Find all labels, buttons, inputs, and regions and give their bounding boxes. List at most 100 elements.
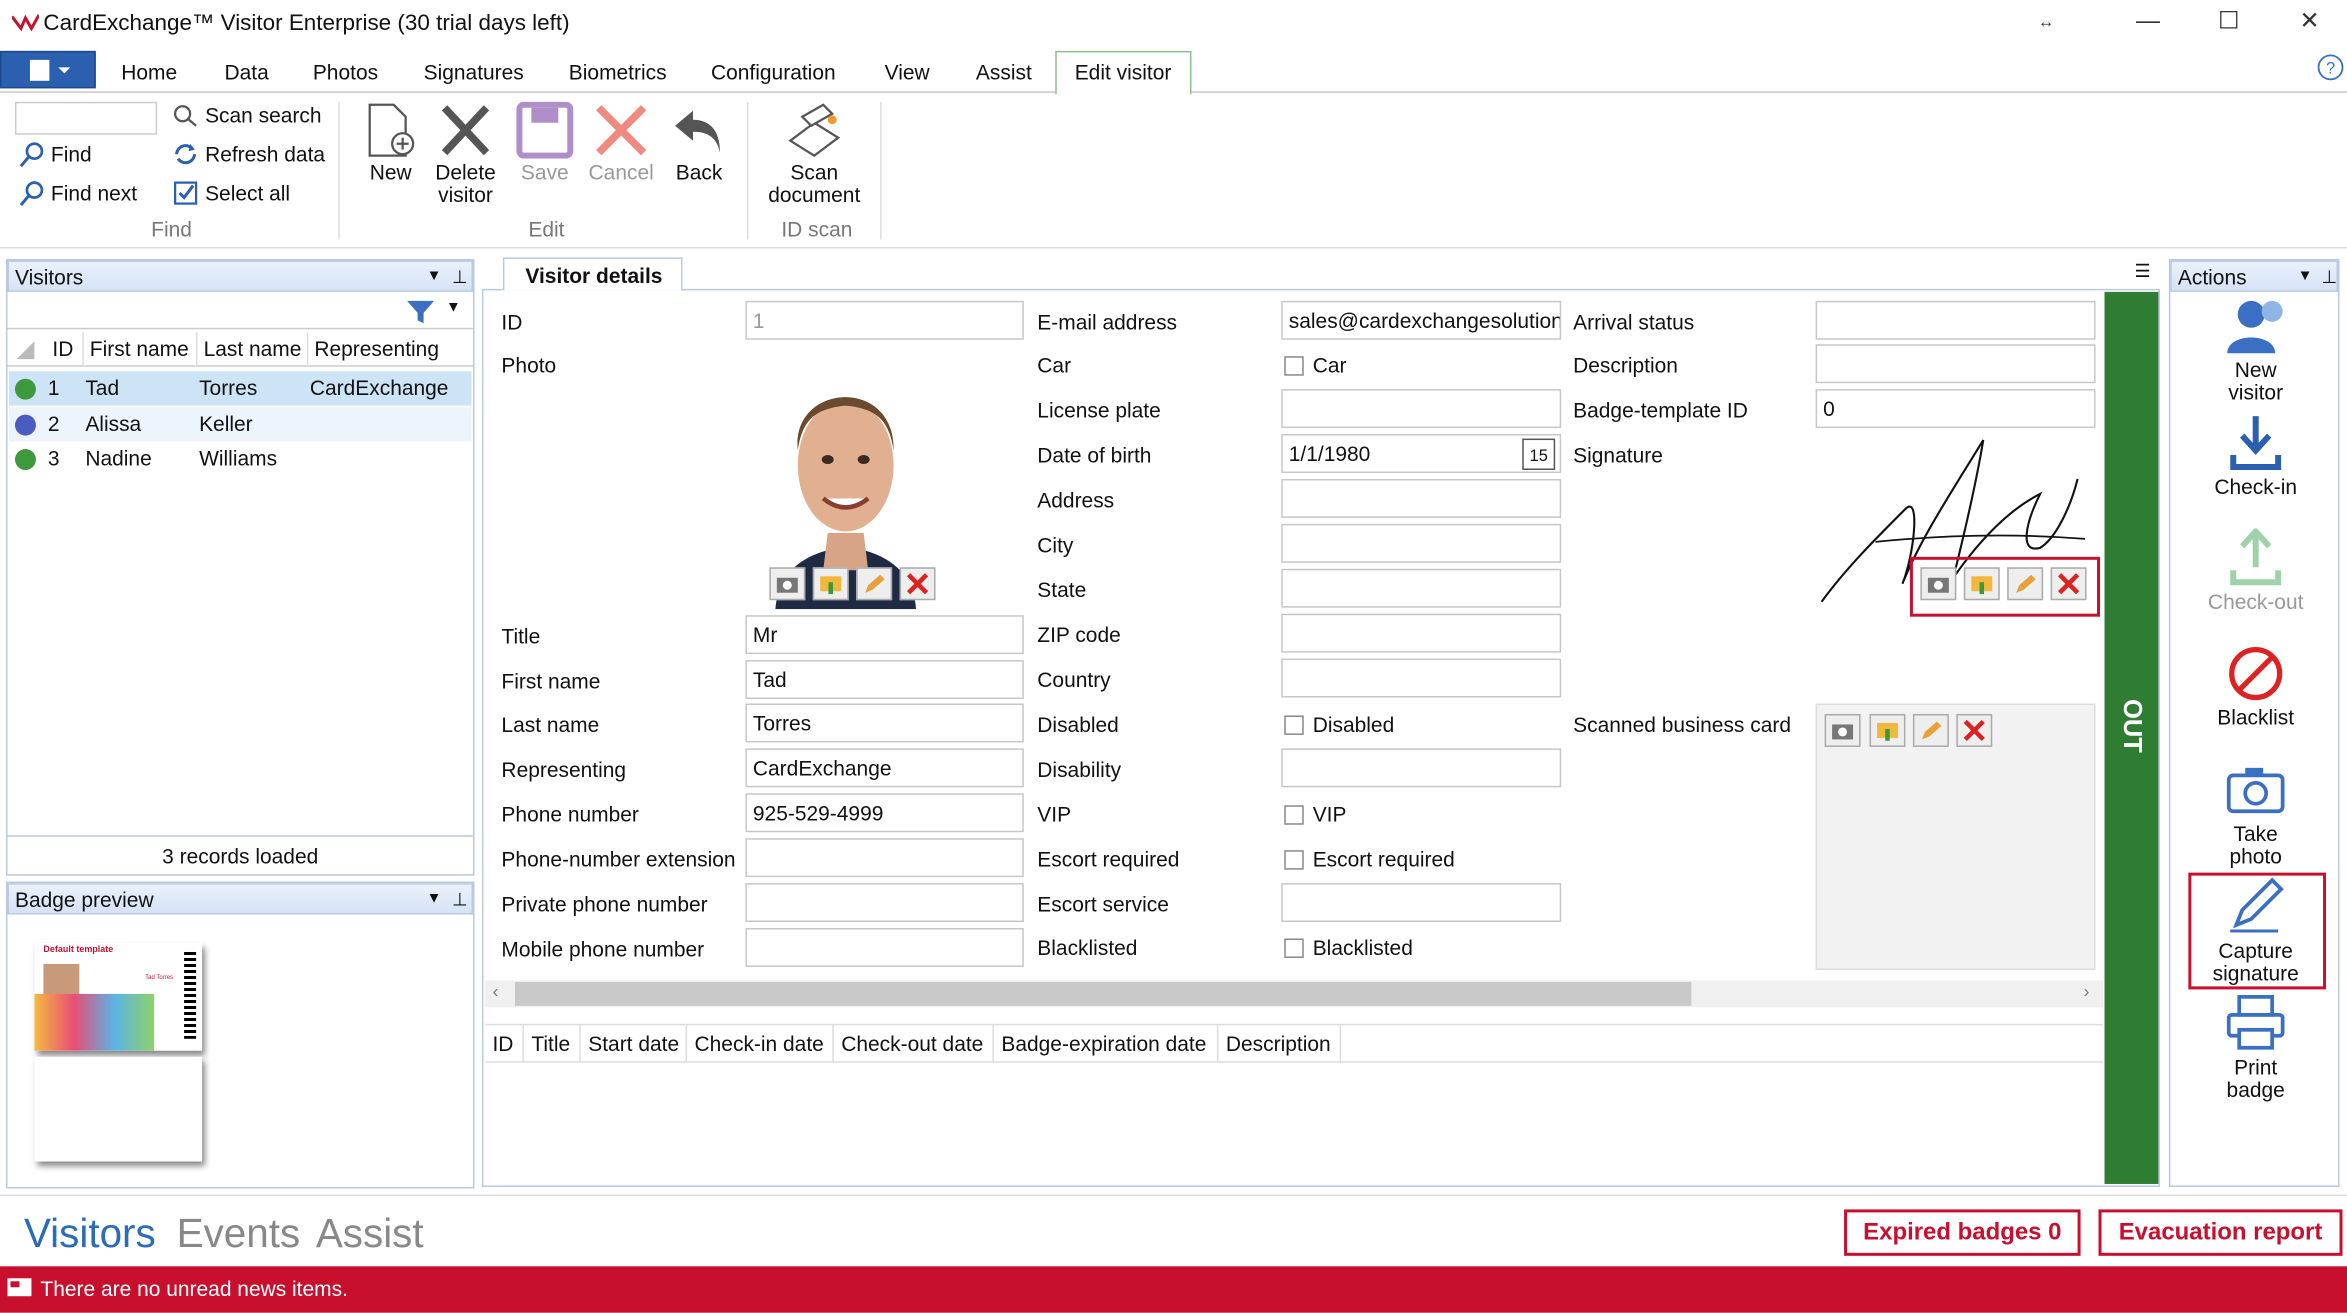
phone-field[interactable]: 925-529-4999 [745, 793, 1024, 833]
tab-edit-visitor[interactable]: Edit visitor [1055, 50, 1191, 95]
file-menu-button[interactable] [0, 50, 96, 89]
tab-visitor-details[interactable]: Visitor details [502, 257, 683, 291]
capture-signature-action[interactable]: Capture signature [2173, 877, 2338, 985]
car-checkbox[interactable] [1284, 356, 1304, 376]
cancel-button[interactable]: Cancel [588, 102, 654, 184]
events-col-badge-expiration[interactable]: Badge-expiration date [992, 1025, 1206, 1062]
representing-field[interactable]: CardExchange [745, 748, 1024, 788]
disabled-checkbox[interactable] [1284, 715, 1304, 735]
new-visitor-action[interactable]: New visitor [2173, 296, 2338, 404]
pin-icon[interactable]: ⊥ [2322, 262, 2338, 292]
scan-search-button[interactable]: Scan search [172, 103, 322, 127]
tab-home[interactable]: Home [121, 60, 177, 84]
scan-document-button[interactable]: Scan document [763, 102, 865, 207]
col-last-name[interactable]: Last name [196, 332, 301, 367]
blacklist-action[interactable]: Blacklist [2173, 644, 2338, 729]
tab-configuration[interactable]: Configuration [711, 60, 836, 84]
events-col-description[interactable]: Description [1216, 1025, 1342, 1062]
col-representing[interactable]: Representing [306, 332, 439, 367]
col-first-name[interactable]: First name [82, 332, 189, 367]
tab-biometrics[interactable]: Biometrics [569, 60, 667, 84]
vip-checkbox[interactable] [1284, 805, 1304, 825]
refresh-data-button[interactable]: Refresh data [172, 141, 325, 168]
table-row[interactable]: 2 Alissa Keller [8, 407, 472, 442]
last-name-field[interactable]: Torres [745, 703, 1024, 743]
tab-photos[interactable]: Photos [313, 60, 378, 84]
new-button[interactable]: New [358, 102, 424, 184]
card-import-button[interactable] [1869, 713, 1906, 747]
title-field[interactable]: Mr [745, 615, 1024, 655]
horizontal-scrollbar[interactable]: ‹ › [484, 980, 2104, 1008]
events-col-title[interactable]: Title [522, 1025, 570, 1062]
table-row[interactable]: 3 Nadine Williams [9, 442, 472, 476]
mobile-phone-field[interactable] [745, 928, 1024, 967]
signature-camera-button[interactable] [1920, 567, 1957, 601]
evacuation-report-button[interactable]: Evacuation report [2098, 1209, 2343, 1256]
escort-required-checkbox[interactable] [1284, 850, 1304, 870]
news-bar[interactable]: There are no unread news items. [0, 1266, 2347, 1313]
address-field[interactable] [1281, 478, 1562, 518]
zip-field[interactable] [1281, 613, 1562, 653]
table-row[interactable]: 1 Tad Torres CardExchange [8, 371, 472, 406]
arrival-status-field[interactable] [1815, 300, 2096, 340]
first-name-field[interactable]: Tad [745, 660, 1024, 700]
close-button[interactable]: ✕ [2275, 4, 2344, 40]
photo-import-button[interactable] [812, 567, 849, 601]
print-badge-action[interactable]: Print badge [2173, 994, 2338, 1102]
card-edit-button[interactable] [1912, 713, 1949, 747]
blacklisted-checkbox[interactable] [1284, 938, 1304, 958]
filter-icon[interactable] [406, 298, 436, 325]
tab-signatures[interactable]: Signatures [424, 60, 524, 84]
photo-delete-button[interactable] [899, 567, 936, 601]
nav-assist[interactable]: Assist [316, 1211, 424, 1257]
phone-ext-field[interactable] [745, 838, 1024, 878]
delete-visitor-button[interactable]: Delete visitor [430, 102, 502, 207]
visitors-filter-bar[interactable]: ▼ [7, 293, 473, 330]
pane-menu-icon[interactable]: ☰ [2134, 260, 2150, 281]
events-col-id[interactable]: ID [492, 1025, 513, 1061]
save-button[interactable]: Save [512, 101, 578, 184]
calendar-icon[interactable]: 15 [1522, 438, 1556, 470]
photo-edit-button[interactable] [856, 567, 893, 601]
events-col-checkin[interactable]: Check-in date [685, 1025, 824, 1062]
private-phone-field[interactable] [745, 883, 1024, 923]
card-delete-button[interactable] [1956, 713, 1993, 747]
nav-events[interactable]: Events [177, 1211, 301, 1257]
select-all-button[interactable]: Select all [172, 180, 290, 207]
find-input[interactable] [14, 101, 158, 135]
scroll-left-icon[interactable]: ‹ [492, 980, 498, 1001]
tab-assist[interactable]: Assist [976, 60, 1032, 84]
signature-edit-button[interactable] [2007, 567, 2044, 601]
maximize-button[interactable]: ☐ [2194, 4, 2263, 40]
card-camera-button[interactable] [1824, 713, 1861, 747]
country-field[interactable] [1281, 658, 1562, 698]
id-field[interactable]: 1 [745, 300, 1024, 340]
city-field[interactable] [1281, 523, 1562, 563]
expired-badges-button[interactable]: Expired badges 0 [1844, 1209, 2081, 1256]
take-photo-action[interactable]: Take photo [2173, 760, 2338, 868]
license-plate-field[interactable] [1281, 389, 1562, 429]
pin-icon[interactable]: ⊥ [452, 262, 468, 292]
restore-arrows-icon[interactable]: ↔ [2012, 4, 2081, 40]
state-field[interactable] [1281, 568, 1562, 608]
escort-service-field[interactable] [1281, 883, 1562, 923]
pane-menu-arrow-icon[interactable]: ▼ [427, 885, 442, 915]
pane-menu-arrow-icon[interactable]: ▼ [2298, 262, 2313, 292]
description-field[interactable] [1815, 344, 2096, 384]
find-next-button[interactable]: Find next [18, 180, 137, 207]
col-id[interactable]: ID [52, 332, 73, 366]
help-icon[interactable]: ? [2317, 54, 2344, 81]
nav-visitors[interactable]: Visitors [24, 1211, 156, 1257]
check-in-action[interactable]: Check-in [2173, 413, 2338, 498]
pane-menu-arrow-icon[interactable]: ▼ [427, 262, 442, 292]
disability-field[interactable] [1281, 748, 1562, 788]
tab-data[interactable]: Data [225, 60, 269, 84]
minimize-button[interactable]: — [2113, 4, 2182, 40]
badge-template-field[interactable]: 0 [1815, 389, 2096, 429]
signature-import-button[interactable] [1963, 567, 2000, 601]
dob-field[interactable]: 1/1/1980 [1281, 434, 1562, 473]
filter-dropdown-icon[interactable]: ▼ [446, 299, 461, 315]
pin-icon[interactable]: ⊥ [452, 885, 468, 915]
back-button[interactable]: Back [666, 102, 732, 184]
tab-view[interactable]: View [885, 60, 930, 84]
